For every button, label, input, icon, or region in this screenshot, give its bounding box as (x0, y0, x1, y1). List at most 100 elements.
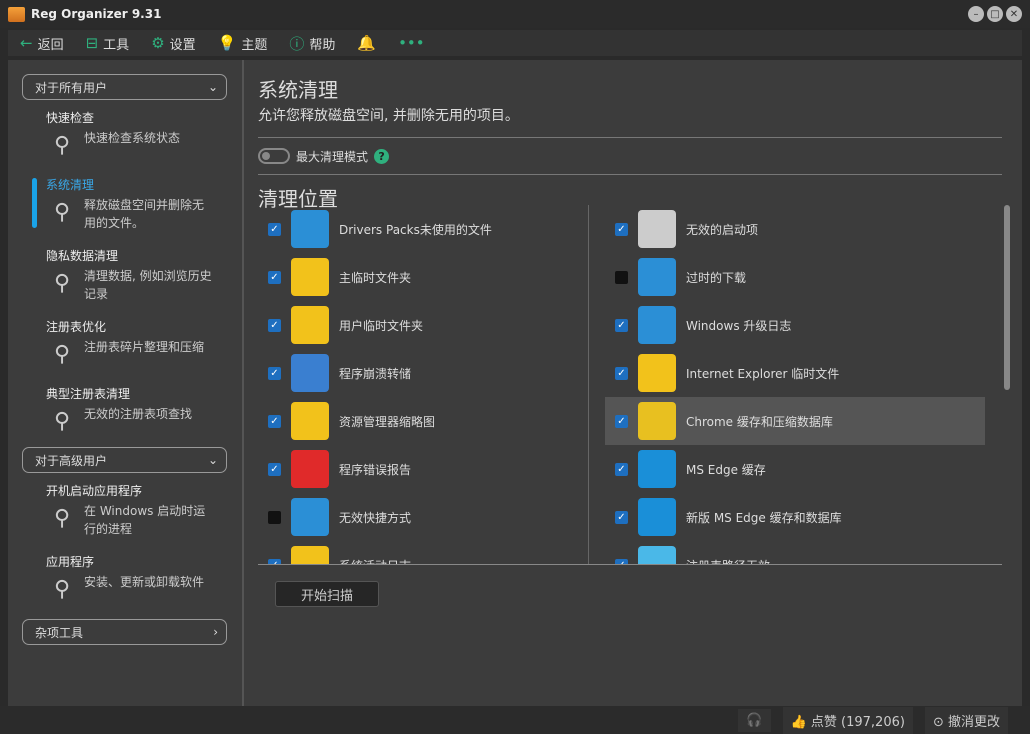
cleanup-list: ✓ Drivers Packs未使用的文件 ✓ 主临时文件夹 ✓ 用户临时文件夹 ✓ 程序崩溃… (258, 205, 1002, 565)
help-icon[interactable]: ? (374, 148, 390, 164)
start-scan-button[interactable]: 开始扫描 (275, 581, 379, 607)
item-icon (291, 354, 329, 392)
checkbox[interactable]: ✓ (615, 222, 628, 236)
app-logo (8, 6, 25, 22)
footprints-icon: ⚲ (53, 270, 71, 296)
group-misc-tools[interactable]: 杂项工具 › (22, 619, 227, 645)
list-item[interactable]: ✓ 新版 MS Edge 缓存和数据库 (605, 493, 968, 541)
sidebar-item[interactable]: 快速检查 ⚲ 快速检查系统状态 (46, 100, 242, 167)
arrow-left-icon: ← (20, 34, 33, 52)
notifications-button[interactable]: 🔔 (357, 34, 376, 52)
list-item[interactable]: ✓ Drivers Packs未使用的文件 (258, 205, 638, 253)
item-icon (291, 210, 329, 248)
toolbar: ← 返回 ⊟ 工具 ⚙ 设置 💡 主题 ⓘ 帮助 🔔 ••• (8, 30, 1022, 56)
item-icon (291, 498, 329, 536)
active-indicator (32, 178, 37, 228)
bell-icon: 🔔 (357, 34, 377, 52)
list-item[interactable]: ✓ 主临时文件夹 (258, 253, 638, 301)
minimize-button[interactable]: – (968, 6, 984, 22)
checkbox[interactable]: ✓ (268, 558, 281, 564)
checkbox[interactable]: ✓ (615, 510, 628, 524)
settings-button[interactable]: ⚙ 设置 (151, 34, 195, 53)
list-item[interactable]: ✓ 程序错误报告 (258, 445, 638, 493)
startup-icon: ⚲ (53, 505, 71, 531)
item-icon (638, 402, 676, 440)
checkbox[interactable]: ✓ (268, 318, 281, 332)
chevron-right-icon: › (213, 625, 218, 639)
registry-icon: ⚲ (53, 341, 71, 367)
magnifier-check-icon: ⚲ (53, 132, 71, 158)
item-icon (291, 306, 329, 344)
item-icon (638, 210, 676, 248)
sidebar-item[interactable]: 应用程序 ⚲ 安装、更新或卸载软件 (46, 544, 242, 611)
lightbulb-icon: 💡 (217, 34, 237, 52)
item-icon (291, 546, 329, 564)
broom-icon: ⚲ (53, 199, 71, 225)
box-trash-icon: ⚲ (53, 576, 71, 602)
checkbox[interactable]: ✓ (615, 366, 628, 380)
checkbox[interactable]: ✓ (268, 222, 281, 236)
back-button[interactable]: ← 返回 (20, 34, 64, 53)
checkbox[interactable]: ✓ (268, 366, 281, 380)
checkbox[interactable]: ✓ (268, 510, 281, 524)
sidebar-item[interactable]: 典型注册表清理 ⚲ 无效的注册表项查找 (46, 376, 242, 443)
item-icon (638, 546, 676, 564)
checkbox[interactable]: ✓ (615, 270, 628, 284)
theme-button[interactable]: 💡 主题 (218, 34, 268, 53)
checkbox[interactable]: ✓ (615, 414, 628, 428)
question-icon: ⓘ (289, 34, 305, 53)
item-icon (291, 258, 329, 296)
max-mode-toggle[interactable] (258, 148, 290, 164)
status-bar: 🎧 👍 点赞 (197,206) ⊙ 撤消更改 (0, 706, 1030, 734)
list-item[interactable]: ✓ Chrome 缓存和压缩数据库 (605, 397, 985, 445)
maximize-button[interactable]: □ (987, 6, 1003, 22)
undo-changes-button[interactable]: ⊙ 撤消更改 (924, 706, 1008, 734)
item-icon (638, 354, 676, 392)
sidebar-item[interactable]: 隐私数据清理 ⚲ 清理数据, 例如浏览历史记录 (46, 238, 242, 309)
checkbox[interactable]: ✓ (268, 270, 281, 284)
group-all-users[interactable]: 对于所有用户 ⌄ (22, 74, 227, 100)
chevron-down-icon: ⌄ (207, 453, 218, 467)
more-button[interactable]: ••• (398, 34, 425, 52)
list-item[interactable]: ✓过时的下载 (605, 253, 968, 301)
list-item[interactable]: ✓ Internet Explorer 临时文件 (605, 349, 968, 397)
tools-button[interactable]: ⊟ 工具 (86, 34, 130, 53)
window-title: Reg Organizer 9.31 (31, 7, 162, 21)
item-icon (638, 498, 676, 536)
help-button[interactable]: ⓘ 帮助 (289, 33, 335, 54)
list-item[interactable]: ✓ 无效的启动项 (605, 205, 968, 253)
title-bar: Reg Organizer 9.31 (0, 0, 1030, 28)
list-item[interactable]: ✓无效快捷方式 (258, 493, 638, 541)
list-item[interactable]: ✓ MS Edge 缓存 (605, 445, 968, 493)
close-button[interactable]: ✕ (1006, 6, 1022, 22)
like-button[interactable]: 👍 点赞 (197,206) (782, 706, 913, 734)
group-advanced-users[interactable]: 对于高级用户 ⌄ (22, 447, 227, 473)
item-icon (291, 402, 329, 440)
sidebar-item[interactable]: 注册表优化 ⚲ 注册表碎片整理和压缩 (46, 309, 242, 376)
list-item[interactable]: ✓注册表路径无效 (605, 541, 968, 564)
checkbox[interactable]: ✓ (268, 414, 281, 428)
sidebar-item[interactable]: 开机启动应用程序 ⚲ 在 Windows 启动时运行的进程 (46, 473, 242, 544)
checkbox[interactable]: ✓ (268, 462, 281, 476)
list-item[interactable]: ✓ 程序崩溃转储 (258, 349, 638, 397)
support-button[interactable]: 🎧 (738, 708, 771, 732)
checkbox[interactable]: ✓ (615, 558, 628, 564)
item-icon (638, 258, 676, 296)
page-title: 系统清理 (258, 78, 338, 102)
checkbox[interactable]: ✓ (615, 462, 628, 476)
broom-icon: ⚲ (53, 408, 71, 434)
page-subtitle: 允许您释放磁盘空间, 并删除无用的项目。 (258, 108, 519, 124)
list-item[interactable]: ✓ 用户临时文件夹 (258, 301, 638, 349)
scrollbar[interactable] (1004, 205, 1010, 390)
checkbox[interactable]: ✓ (615, 318, 628, 332)
item-icon (291, 450, 329, 488)
list-item[interactable]: ✓ 资源管理器缩略图 (258, 397, 638, 445)
sidebar: 对于所有用户 ⌄ 快速检查 ⚲ 快速检查系统状态 系统清理 ⚲ 释放磁盘空间并删除无用的文件… (8, 60, 244, 706)
sidebar-item[interactable]: 系统清理 ⚲ 释放磁盘空间并删除无用的文件。 (32, 167, 242, 238)
list-item[interactable]: ✓系统活动日志 (258, 541, 638, 564)
item-icon (638, 306, 676, 344)
gear-icon: ⚙ (151, 34, 165, 52)
toolbox-icon: ⊟ (85, 34, 99, 52)
list-item[interactable]: ✓ Windows 升级日志 (605, 301, 968, 349)
chevron-down-icon: ⌄ (207, 80, 218, 94)
